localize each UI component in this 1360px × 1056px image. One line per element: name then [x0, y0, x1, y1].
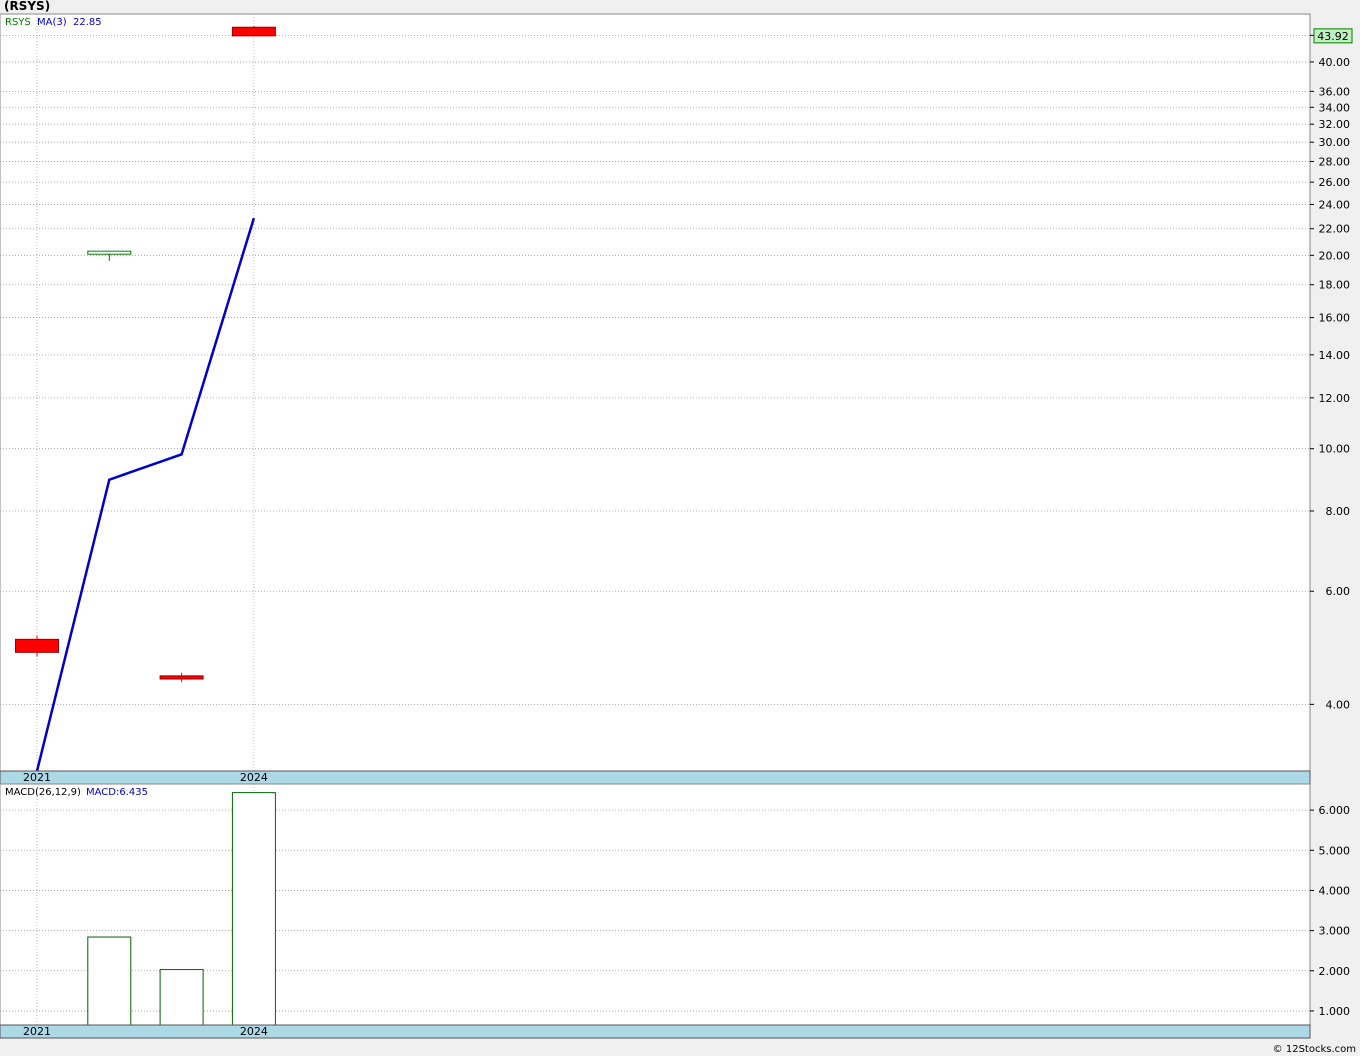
price-tick-label: 28.00: [1319, 155, 1351, 168]
price-tick-label: 20.00: [1319, 249, 1351, 262]
price-tick-label: 22.00: [1319, 223, 1351, 236]
stock-chart: 4.00 6.00 8.00 10.00 12.00 14.00 16.00 18.00 20.…: [0, 0, 1356, 1055]
last-price-label: 43.92: [1317, 30, 1349, 43]
price-tick-label: 24.00: [1319, 198, 1351, 211]
macd-legend-value: MACD:6.435: [86, 787, 148, 798]
price-tick-label: 12.00: [1319, 392, 1351, 405]
macd-tick-label: 4.000: [1319, 884, 1351, 897]
candle-body: [15, 638, 59, 653]
legend-symbol: RSYS: [5, 17, 31, 28]
price-tick-label: 18.00: [1319, 279, 1351, 292]
price-tick-label: 34.00: [1319, 101, 1351, 114]
macd-tick-label: 3.000: [1319, 925, 1351, 938]
price-tick-label: 14.00: [1319, 349, 1351, 362]
price-tick-label: 16.00: [1319, 312, 1351, 325]
price-tick-label: 4.00: [1326, 698, 1351, 711]
legend-ma-value: 22.85: [73, 17, 102, 28]
chart-title: (RSYS): [4, 0, 50, 13]
price-panel: [0, 13, 1311, 772]
price-tick-label: 30.00: [1319, 136, 1351, 149]
macd-tick-label: 5.000: [1319, 844, 1351, 857]
price-tick-label: 32.00: [1319, 118, 1351, 131]
candle-body: [231, 26, 276, 37]
candle-body: [159, 675, 204, 680]
macd-tick-label: 1.000: [1319, 1005, 1351, 1018]
price-axis: 4.00 6.00 8.00 10.00 12.00 14.00 16.00 18.00 20.…: [1310, 29, 1350, 711]
macd-tick-label: 2.000: [1319, 965, 1351, 978]
copyright: © 12Stocks.com: [1273, 1044, 1356, 1055]
macd-year-label-2021: 2021: [23, 1025, 51, 1038]
price-year-strip: [0, 770, 1311, 785]
macd-tick-label: 6.000: [1319, 804, 1351, 817]
legend-ma-label: MA(3): [37, 17, 67, 28]
macd-year-label-2024: 2024: [240, 1025, 268, 1038]
price-tick-label: 8.00: [1326, 505, 1351, 518]
price-year-label-2021: 2021: [23, 771, 51, 784]
macd-year-strip: [0, 1024, 1311, 1039]
candle-body: [87, 250, 132, 255]
macd-bar: [231, 792, 276, 1026]
candle: [231, 26, 276, 37]
macd-axis: 1.000 2.000 3.000 4.000 5.000 6.000: [1310, 804, 1350, 1018]
price-tick-label: 26.00: [1319, 176, 1351, 189]
macd-bar: [87, 936, 132, 1026]
macd-bar: [159, 969, 204, 1026]
price-tick-label: 36.00: [1319, 85, 1351, 98]
price-tick-label: 10.00: [1319, 443, 1351, 456]
price-tick-label: 40.00: [1319, 56, 1351, 69]
price-year-label-2024: 2024: [240, 771, 268, 784]
macd-legend-name: MACD(26,12,9): [5, 787, 81, 798]
price-tick-label: 6.00: [1326, 585, 1351, 598]
